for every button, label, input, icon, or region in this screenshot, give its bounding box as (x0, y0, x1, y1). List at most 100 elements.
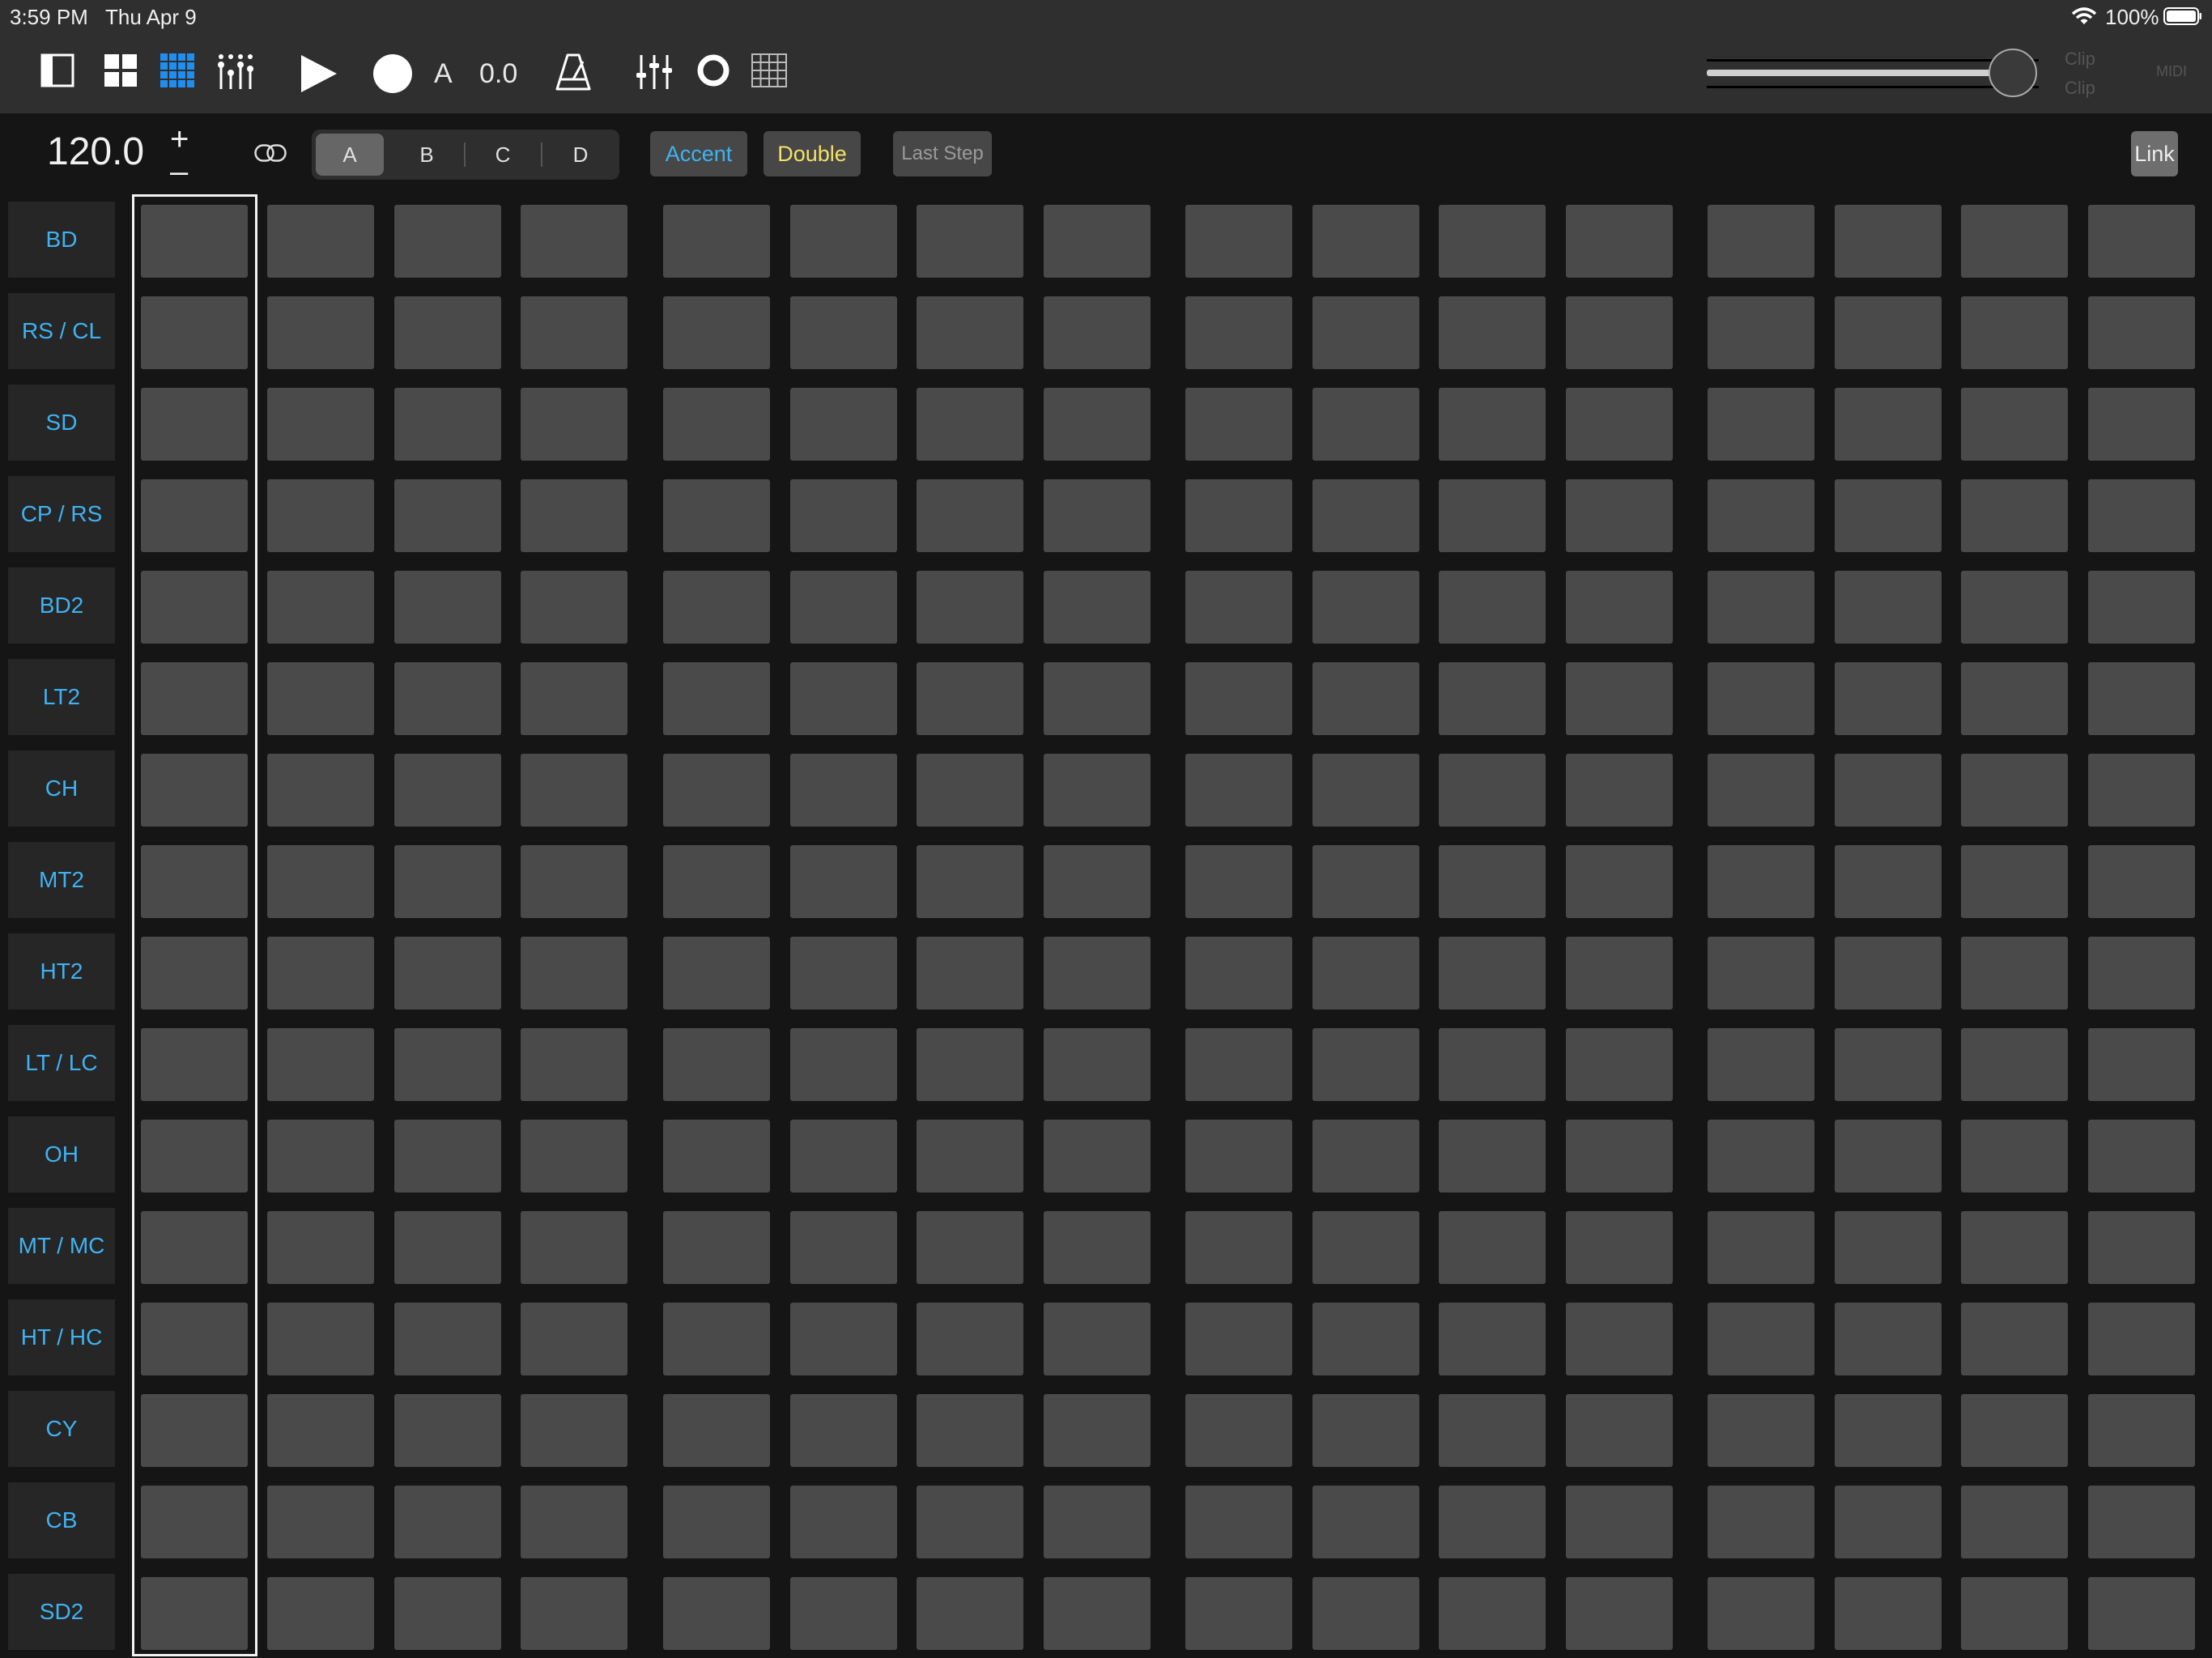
step-pad[interactable] (1961, 571, 2068, 644)
step-pad[interactable] (1961, 662, 2068, 735)
step-pad[interactable] (1312, 1211, 1419, 1284)
step-pad[interactable] (1044, 1577, 1151, 1650)
step-pad[interactable] (1185, 1486, 1292, 1558)
step-pad[interactable] (1835, 1211, 1942, 1284)
step-pad[interactable] (394, 1120, 501, 1192)
step-pad[interactable] (1185, 662, 1292, 735)
step-pad[interactable] (1566, 296, 1673, 369)
step-pad[interactable] (1566, 1120, 1673, 1192)
step-pad[interactable] (1566, 1211, 1673, 1284)
lane-label[interactable]: CB (8, 1482, 115, 1558)
step-pad[interactable] (1439, 1394, 1546, 1467)
step-pad[interactable] (2088, 571, 2195, 644)
step-pad[interactable] (1044, 937, 1151, 1010)
step-pad[interactable] (2088, 845, 2195, 918)
step-pad[interactable] (1961, 1394, 2068, 1467)
step-pad[interactable] (2088, 296, 2195, 369)
step-pad[interactable] (1185, 296, 1292, 369)
step-pad[interactable] (521, 1577, 627, 1650)
step-pad[interactable] (663, 388, 770, 461)
step-pad[interactable] (790, 388, 897, 461)
step-pad[interactable] (1044, 1211, 1151, 1284)
step-pad[interactable] (1439, 205, 1546, 278)
step-pad[interactable] (1566, 1303, 1673, 1375)
step-pad[interactable] (1044, 1120, 1151, 1192)
lane-label[interactable]: MT / MC (8, 1208, 115, 1284)
step-pad[interactable] (1566, 205, 1673, 278)
step-pad[interactable] (1439, 662, 1546, 735)
step-pad[interactable] (1044, 296, 1151, 369)
step-pad[interactable] (394, 205, 501, 278)
step-pad[interactable] (2088, 205, 2195, 278)
tempo-decrease-button[interactable]: – (170, 155, 188, 188)
step-pad[interactable] (1312, 1486, 1419, 1558)
clips-view-button[interactable] (104, 53, 138, 87)
step-pad[interactable] (394, 1577, 501, 1650)
step-pad[interactable] (1185, 571, 1292, 644)
step-pad[interactable] (1439, 296, 1546, 369)
step-pad[interactable] (1835, 1394, 1942, 1467)
pattern-d-button[interactable]: D (547, 134, 615, 176)
step-pad[interactable] (267, 479, 374, 552)
step-pad[interactable] (1439, 388, 1546, 461)
step-pad[interactable] (1439, 1028, 1546, 1101)
step-pad[interactable] (267, 1120, 374, 1192)
step-pad[interactable] (1439, 1303, 1546, 1375)
step-pad[interactable] (394, 296, 501, 369)
pattern-c-button[interactable]: C (469, 134, 537, 176)
step-pad[interactable] (267, 1303, 374, 1375)
step-pad[interactable] (1566, 1486, 1673, 1558)
step-pad[interactable] (1312, 1120, 1419, 1192)
step-pad[interactable] (917, 205, 1023, 278)
step-pad[interactable] (2088, 1120, 2195, 1192)
step-pad[interactable] (663, 1577, 770, 1650)
step-pad[interactable] (1185, 1394, 1292, 1467)
step-pad[interactable] (2088, 1486, 2195, 1558)
step-pad[interactable] (917, 1394, 1023, 1467)
step-pad[interactable] (521, 1486, 627, 1558)
step-pad[interactable] (790, 1120, 897, 1192)
step-pad[interactable] (1961, 754, 2068, 827)
step-pad[interactable] (1185, 937, 1292, 1010)
lane-label[interactable]: LT2 (8, 659, 115, 735)
step-pad[interactable] (1312, 1028, 1419, 1101)
step-pad[interactable] (1708, 571, 1814, 644)
step-pad[interactable] (1566, 937, 1673, 1010)
step-pad[interactable] (790, 205, 897, 278)
step-pad[interactable] (1185, 1120, 1292, 1192)
step-pad[interactable] (1835, 571, 1942, 644)
step-pad[interactable] (790, 754, 897, 827)
step-pad[interactable] (2088, 1394, 2195, 1467)
step-pad[interactable] (790, 845, 897, 918)
step-pad[interactable] (2088, 1303, 2195, 1375)
step-pad[interactable] (663, 1394, 770, 1467)
step-pad[interactable] (917, 571, 1023, 644)
step-pad[interactable] (394, 1394, 501, 1467)
step-pad[interactable] (267, 1394, 374, 1467)
step-pad[interactable] (917, 1120, 1023, 1192)
step-pad[interactable] (1312, 1394, 1419, 1467)
step-pad[interactable] (521, 1394, 627, 1467)
step-pad[interactable] (663, 845, 770, 918)
step-pad[interactable] (1961, 1577, 2068, 1650)
step-pad[interactable] (790, 1577, 897, 1650)
step-pad[interactable] (1961, 1303, 2068, 1375)
step-pad[interactable] (790, 296, 897, 369)
step-pad[interactable] (1185, 1303, 1292, 1375)
accent-button[interactable]: Accent (650, 131, 747, 176)
step-pad[interactable] (1708, 296, 1814, 369)
step-pad[interactable] (1312, 296, 1419, 369)
step-pad[interactable] (1708, 205, 1814, 278)
step-pad[interactable] (2088, 388, 2195, 461)
step-pad[interactable] (1566, 388, 1673, 461)
step-pad[interactable] (1044, 754, 1151, 827)
step-pad[interactable] (1312, 845, 1419, 918)
slider-knob[interactable] (1989, 49, 2037, 97)
step-pad[interactable] (1708, 479, 1814, 552)
step-pad[interactable] (267, 937, 374, 1010)
step-pad[interactable] (1566, 662, 1673, 735)
step-pad[interactable] (267, 662, 374, 735)
step-pad[interactable] (1185, 1028, 1292, 1101)
step-pad[interactable] (917, 296, 1023, 369)
tempo-increase-button[interactable]: + (170, 123, 189, 155)
